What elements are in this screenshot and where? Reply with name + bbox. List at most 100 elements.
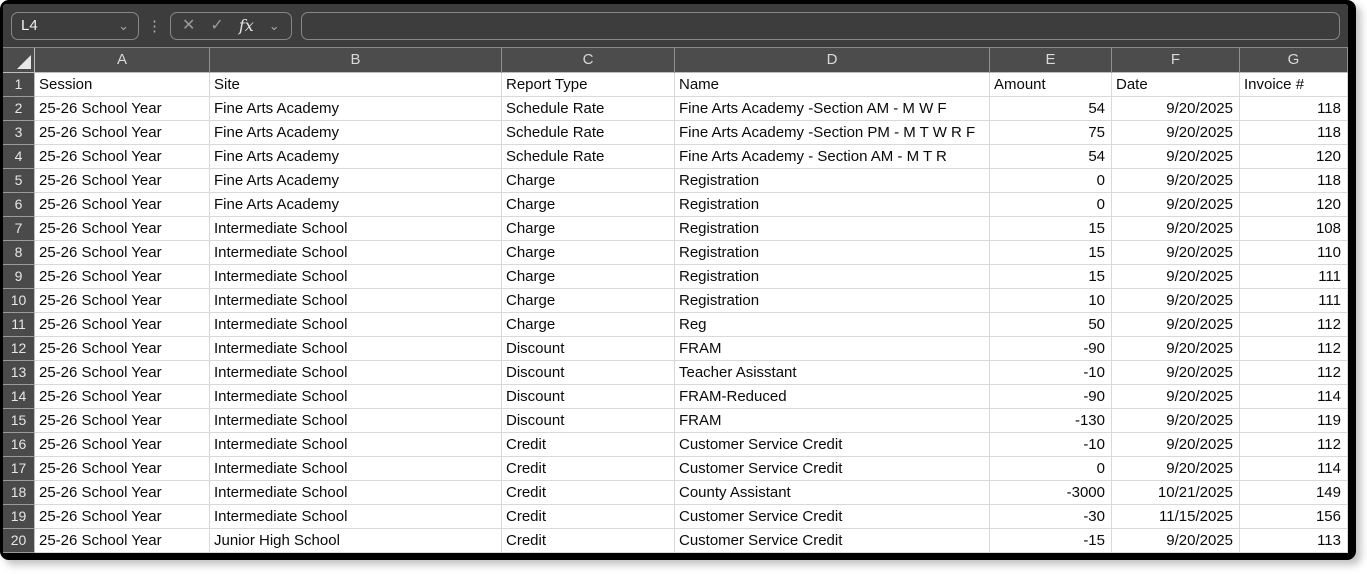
- cell-G1[interactable]: Invoice #: [1240, 73, 1348, 97]
- cell-D3[interactable]: Fine Arts Academy -Section PM - M T W R …: [675, 121, 990, 145]
- cell-D16[interactable]: Customer Service Credit: [675, 433, 990, 457]
- cell-A16[interactable]: 25-26 School Year: [35, 433, 210, 457]
- cell-C20[interactable]: Credit: [502, 529, 675, 553]
- cancel-icon[interactable]: ✕: [182, 17, 195, 34]
- cell-F19[interactable]: 11/15/2025: [1112, 505, 1240, 529]
- cell-D17[interactable]: Customer Service Credit: [675, 457, 990, 481]
- cell-A19[interactable]: 25-26 School Year: [35, 505, 210, 529]
- select-all-button[interactable]: [3, 48, 35, 73]
- cell-A13[interactable]: 25-26 School Year: [35, 361, 210, 385]
- cell-A11[interactable]: 25-26 School Year: [35, 313, 210, 337]
- row-header-10[interactable]: 10: [3, 289, 35, 313]
- cell-D12[interactable]: FRAM: [675, 337, 990, 361]
- cell-B17[interactable]: Intermediate School: [210, 457, 502, 481]
- cell-F14[interactable]: 9/20/2025: [1112, 385, 1240, 409]
- cell-C1[interactable]: Report Type: [502, 73, 675, 97]
- cell-A7[interactable]: 25-26 School Year: [35, 217, 210, 241]
- cell-C6[interactable]: Charge: [502, 193, 675, 217]
- cell-E16[interactable]: -10: [990, 433, 1112, 457]
- cell-E2[interactable]: 54: [990, 97, 1112, 121]
- column-header-f[interactable]: F: [1112, 48, 1240, 73]
- cell-E18[interactable]: -3000: [990, 481, 1112, 505]
- cell-E20[interactable]: -15: [990, 529, 1112, 553]
- cell-B10[interactable]: Intermediate School: [210, 289, 502, 313]
- cell-B19[interactable]: Intermediate School: [210, 505, 502, 529]
- row-header-5[interactable]: 5: [3, 169, 35, 193]
- cell-A15[interactable]: 25-26 School Year: [35, 409, 210, 433]
- cell-E17[interactable]: 0: [990, 457, 1112, 481]
- row-header-16[interactable]: 16: [3, 433, 35, 457]
- cell-E19[interactable]: -30: [990, 505, 1112, 529]
- cell-C2[interactable]: Schedule Rate: [502, 97, 675, 121]
- cell-F4[interactable]: 9/20/2025: [1112, 145, 1240, 169]
- cell-G6[interactable]: 120: [1240, 193, 1348, 217]
- cell-D20[interactable]: Customer Service Credit: [675, 529, 990, 553]
- toolbar-grip-icon[interactable]: ⋮: [147, 17, 162, 35]
- name-box[interactable]: L4 ⌄: [11, 11, 139, 40]
- cell-G18[interactable]: 149: [1240, 481, 1348, 505]
- cell-F13[interactable]: 9/20/2025: [1112, 361, 1240, 385]
- cell-F12[interactable]: 9/20/2025: [1112, 337, 1240, 361]
- cell-D2[interactable]: Fine Arts Academy -Section AM - M W F: [675, 97, 990, 121]
- row-header-17[interactable]: 17: [3, 457, 35, 481]
- cell-D7[interactable]: Registration: [675, 217, 990, 241]
- cell-F16[interactable]: 9/20/2025: [1112, 433, 1240, 457]
- cell-C14[interactable]: Discount: [502, 385, 675, 409]
- row-header-1[interactable]: 1: [3, 73, 35, 97]
- cell-D18[interactable]: County Assistant: [675, 481, 990, 505]
- cell-F15[interactable]: 9/20/2025: [1112, 409, 1240, 433]
- cell-E13[interactable]: -10: [990, 361, 1112, 385]
- cell-C8[interactable]: Charge: [502, 241, 675, 265]
- cell-E11[interactable]: 50: [990, 313, 1112, 337]
- cell-D19[interactable]: Customer Service Credit: [675, 505, 990, 529]
- cell-C16[interactable]: Credit: [502, 433, 675, 457]
- cell-G12[interactable]: 112: [1240, 337, 1348, 361]
- row-header-15[interactable]: 15: [3, 409, 35, 433]
- cell-A5[interactable]: 25-26 School Year: [35, 169, 210, 193]
- cell-D14[interactable]: FRAM-Reduced: [675, 385, 990, 409]
- cell-B15[interactable]: Intermediate School: [210, 409, 502, 433]
- cell-C4[interactable]: Schedule Rate: [502, 145, 675, 169]
- cell-F7[interactable]: 9/20/2025: [1112, 217, 1240, 241]
- cell-G13[interactable]: 112: [1240, 361, 1348, 385]
- column-header-a[interactable]: A: [35, 48, 210, 73]
- column-header-e[interactable]: E: [990, 48, 1112, 73]
- cell-B7[interactable]: Intermediate School: [210, 217, 502, 241]
- cell-A12[interactable]: 25-26 School Year: [35, 337, 210, 361]
- row-header-6[interactable]: 6: [3, 193, 35, 217]
- cell-G4[interactable]: 120: [1240, 145, 1348, 169]
- cell-E9[interactable]: 15: [990, 265, 1112, 289]
- cell-C3[interactable]: Schedule Rate: [502, 121, 675, 145]
- cell-B12[interactable]: Intermediate School: [210, 337, 502, 361]
- cell-B14[interactable]: Intermediate School: [210, 385, 502, 409]
- cell-D9[interactable]: Registration: [675, 265, 990, 289]
- cell-A1[interactable]: Session: [35, 73, 210, 97]
- cell-B16[interactable]: Intermediate School: [210, 433, 502, 457]
- cell-B4[interactable]: Fine Arts Academy: [210, 145, 502, 169]
- cell-G15[interactable]: 119: [1240, 409, 1348, 433]
- row-header-8[interactable]: 8: [3, 241, 35, 265]
- cell-G17[interactable]: 114: [1240, 457, 1348, 481]
- cell-A14[interactable]: 25-26 School Year: [35, 385, 210, 409]
- cell-G11[interactable]: 112: [1240, 313, 1348, 337]
- cell-F11[interactable]: 9/20/2025: [1112, 313, 1240, 337]
- cell-F2[interactable]: 9/20/2025: [1112, 97, 1240, 121]
- cell-B13[interactable]: Intermediate School: [210, 361, 502, 385]
- cell-F8[interactable]: 9/20/2025: [1112, 241, 1240, 265]
- cell-F5[interactable]: 9/20/2025: [1112, 169, 1240, 193]
- cell-A8[interactable]: 25-26 School Year: [35, 241, 210, 265]
- row-header-19[interactable]: 19: [3, 505, 35, 529]
- row-header-20[interactable]: 20: [3, 529, 35, 553]
- cell-B1[interactable]: Site: [210, 73, 502, 97]
- cell-E5[interactable]: 0: [990, 169, 1112, 193]
- cell-B8[interactable]: Intermediate School: [210, 241, 502, 265]
- cell-E4[interactable]: 54: [990, 145, 1112, 169]
- cell-B3[interactable]: Fine Arts Academy: [210, 121, 502, 145]
- cell-E14[interactable]: -90: [990, 385, 1112, 409]
- cell-E3[interactable]: 75: [990, 121, 1112, 145]
- column-header-d[interactable]: D: [675, 48, 990, 73]
- fx-dropdown-icon[interactable]: ⌄: [269, 19, 280, 32]
- enter-icon[interactable]: ✓: [210, 17, 223, 34]
- cell-D1[interactable]: Name: [675, 73, 990, 97]
- cell-E7[interactable]: 15: [990, 217, 1112, 241]
